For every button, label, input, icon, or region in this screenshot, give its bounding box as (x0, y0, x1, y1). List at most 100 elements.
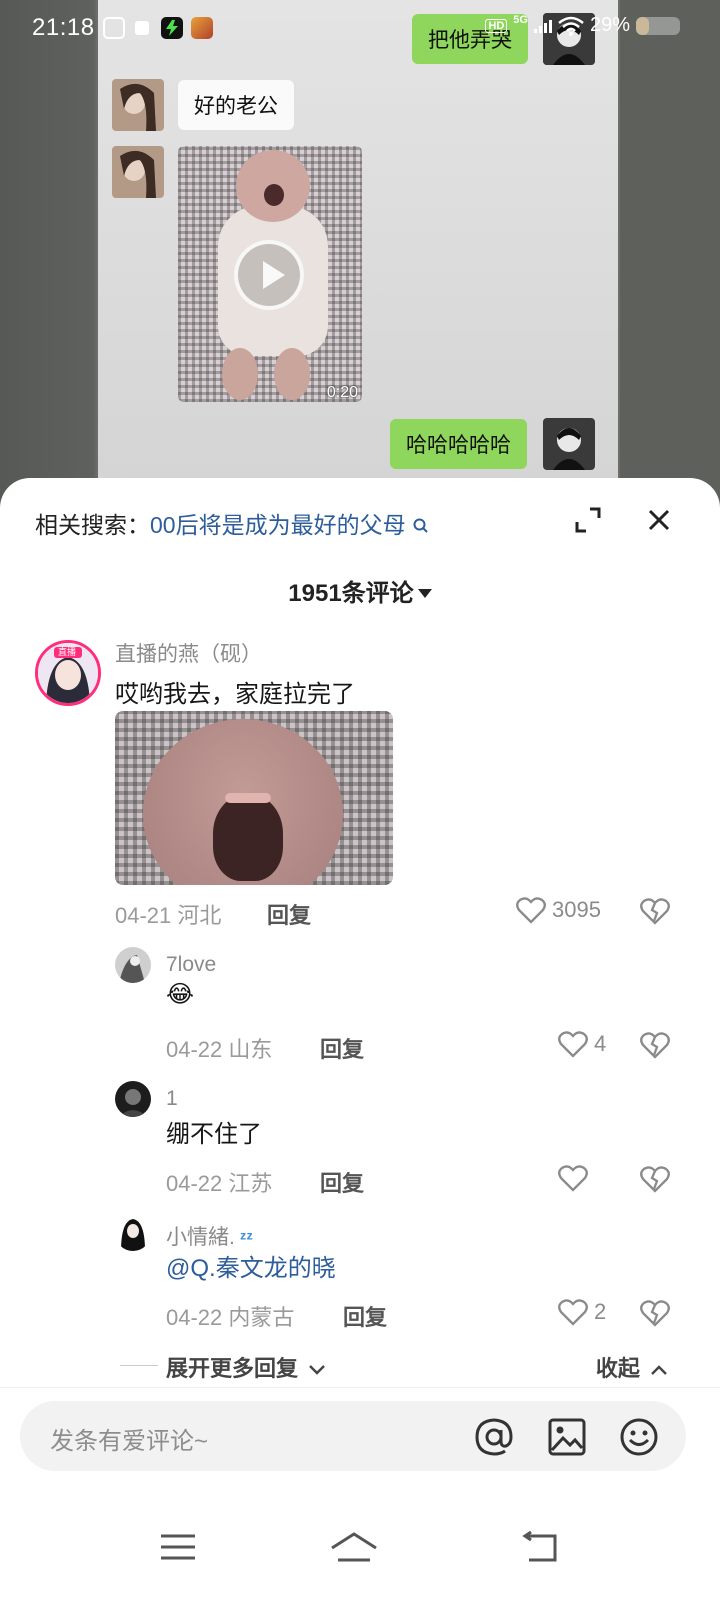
back-icon[interactable] (515, 1530, 563, 1564)
comment-count-title[interactable]: 1951条评论 (0, 573, 720, 608)
reply-button[interactable]: 回复 (320, 1166, 364, 1198)
expand-more-replies-button[interactable]: 展开更多回复 (166, 1351, 326, 1383)
heart-icon (516, 897, 546, 924)
notification-app-icon (161, 17, 183, 39)
mention-button[interactable] (473, 1416, 515, 1458)
reply-thread-controls: 展开更多回复 收起 (120, 1351, 680, 1381)
chat-bubble-text: 好的老公 (194, 95, 278, 118)
heart-icon (558, 1299, 588, 1326)
chat-bubble: 哈哈哈哈哈 (390, 419, 527, 469)
broken-heart-icon (640, 1032, 670, 1059)
battery-percent: 29% (589, 14, 630, 36)
like-count: 3095 (552, 897, 601, 922)
sleep-emoji-icon: ᶻᶻ (234, 1228, 253, 1248)
divider (120, 1365, 158, 1366)
image-button[interactable] (546, 1416, 588, 1458)
chat-avatar-other (112, 146, 164, 198)
related-search-query[interactable]: 00后将是成为最好的父母 (150, 512, 406, 538)
related-search[interactable]: 相关搜索：00后将是成为最好的父母 (35, 506, 430, 540)
comment-username[interactable]: 直播的燕（砚） (115, 638, 262, 668)
comment-meta: 04-22 江苏 (166, 1166, 272, 1198)
comment-date: 04-22 (166, 1037, 223, 1062)
comment-location: 山东 (228, 1037, 273, 1062)
avatar[interactable] (115, 947, 151, 983)
close-icon (648, 509, 670, 531)
comment-text: 😂 (166, 981, 195, 1008)
comment-input[interactable]: 发条有爱评论~ (20, 1401, 686, 1471)
comment-username[interactable]: 小情緒. ᶻᶻ (166, 1221, 253, 1251)
notification-app-icon (103, 17, 125, 39)
divider (0, 1387, 720, 1388)
at-icon (475, 1418, 513, 1456)
reply-button[interactable]: 回复 (343, 1300, 387, 1332)
comment-meta: 04-21 河北 (115, 898, 221, 930)
hd-badge: HD (485, 18, 508, 33)
dislike-button[interactable] (640, 897, 670, 927)
chat-video-thumbnail: 0:20 (178, 146, 362, 402)
baby-legs (222, 348, 310, 400)
reply-button[interactable]: 回复 (320, 1032, 364, 1064)
like-button[interactable] (558, 1164, 594, 1192)
comment-meta: 04-22 内蒙古 (166, 1300, 294, 1332)
like-button[interactable]: 4 (558, 1030, 606, 1058)
avatar[interactable] (115, 1215, 151, 1251)
chevron-down-icon (309, 1365, 325, 1375)
reply-button[interactable]: 回复 (267, 898, 311, 930)
chat-avatar-other (112, 79, 164, 131)
comment-mention[interactable]: @Q.秦文龙的晓 (166, 1248, 336, 1283)
emoji-icon (620, 1418, 658, 1456)
notification-app-icon (135, 21, 149, 35)
like-button[interactable]: 2 (558, 1298, 606, 1326)
like-button[interactable]: 3095 (516, 896, 601, 924)
comment-date: 04-22 (166, 1171, 223, 1196)
collapse-replies-button[interactable]: 收起 (596, 1351, 668, 1383)
broken-heart-icon (640, 898, 670, 925)
expand-button[interactable] (574, 506, 602, 534)
network-type: 5G (513, 13, 528, 26)
wifi-icon (558, 16, 584, 36)
comment-date: 04-22 (166, 1305, 223, 1330)
play-icon (234, 240, 304, 310)
comment-sheet: 相关搜索：00后将是成为最好的父母 1951条评论 直播 直播的燕（砚） 哎哟我… (0, 478, 720, 1600)
search-icon (413, 518, 428, 533)
comment-location: 河北 (177, 903, 222, 928)
chevron-up-icon (651, 1365, 667, 1375)
comment-count-text: 1951条评论 (288, 580, 414, 607)
chat-bubble: 好的老公 (178, 80, 294, 130)
expand-more-label: 展开更多回复 (166, 1356, 299, 1381)
notification-app-icon (191, 17, 213, 39)
menu-icon[interactable] (155, 1530, 203, 1564)
emoji-button[interactable] (618, 1416, 660, 1458)
collapse-label: 收起 (595, 1356, 640, 1381)
related-search-label: 相关搜索： (35, 512, 150, 538)
heart-icon (558, 1031, 588, 1058)
home-icon[interactable] (330, 1530, 378, 1564)
dislike-button[interactable] (640, 1031, 670, 1061)
comment-meta: 04-22 山东 (166, 1032, 272, 1064)
comment-username[interactable]: 7love (166, 953, 216, 977)
comment-username-text: 小情緒. (166, 1226, 235, 1249)
live-badge: 直播 (58, 647, 77, 657)
search-button[interactable] (628, 72, 668, 112)
dislike-button[interactable] (640, 1299, 670, 1329)
comment-input-placeholder: 发条有爱评论~ (50, 1428, 209, 1455)
signal-icon (533, 19, 552, 33)
broken-heart-icon (640, 1300, 670, 1327)
comment-text: 哎哟我去，家庭拉完了 (115, 681, 355, 708)
video-duration: 0:20 (326, 384, 358, 401)
close-button[interactable] (645, 506, 673, 534)
comment-date: 04-21 (115, 903, 172, 928)
like-count: 4 (594, 1031, 607, 1056)
comment-location: 内蒙古 (228, 1305, 295, 1330)
image-icon (548, 1418, 586, 1456)
baby-mouth (264, 184, 284, 206)
status-indicators: HD 5G 29% (485, 14, 680, 37)
broken-heart-icon (640, 1166, 670, 1193)
dislike-button[interactable] (640, 1165, 670, 1195)
avatar[interactable] (115, 1081, 151, 1117)
comment-image[interactable] (115, 711, 393, 885)
system-nav-bar (0, 1498, 720, 1598)
comment-location: 江苏 (228, 1171, 273, 1196)
video-player[interactable]: 把他弄哭 好的老公 0:20 哈哈哈哈哈 (0, 0, 720, 520)
comment-username[interactable]: 1 (166, 1087, 178, 1111)
